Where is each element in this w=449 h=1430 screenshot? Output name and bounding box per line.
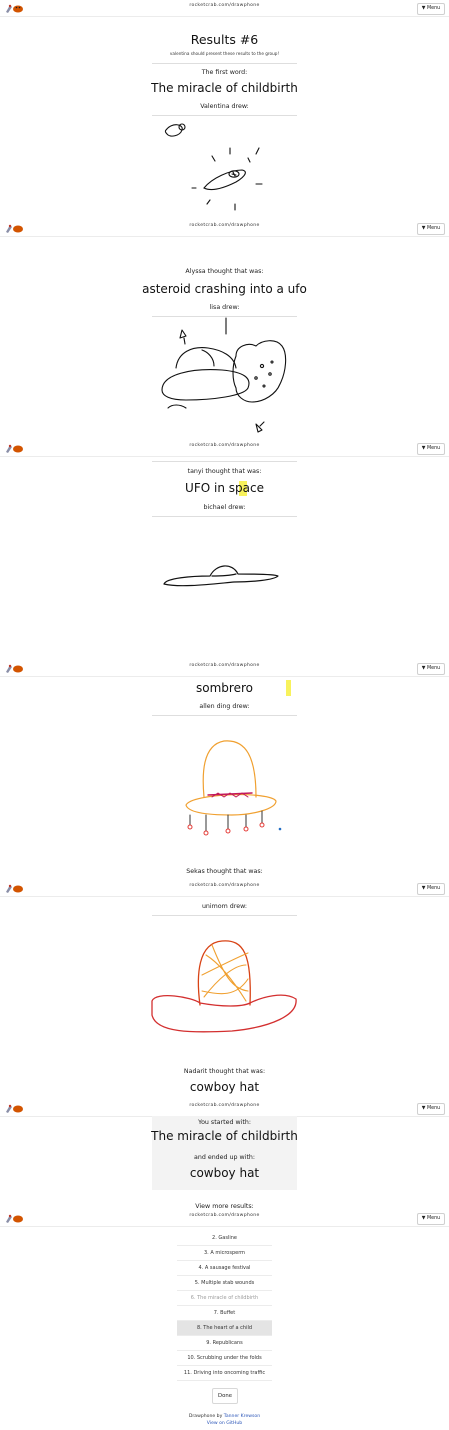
ended-word: cowboy hat	[189, 1166, 260, 1180]
author-link[interactable]: Tanner Krewson	[224, 1414, 260, 1419]
menu-button[interactable]: ▼ Menu	[417, 663, 445, 675]
divider	[152, 461, 297, 462]
site-url: rocketcrab.com/drawphone	[189, 1103, 260, 1108]
site-url: rocketcrab.com/drawphone	[189, 663, 260, 668]
drawing-4	[185, 740, 282, 836]
first-word: The miracle of childbirth	[151, 81, 298, 95]
results-list-item[interactable]: 11. Driving into oncoming traffic	[177, 1366, 272, 1381]
guess-5: cowboy hat	[189, 1080, 260, 1094]
divider	[152, 915, 297, 916]
drawer-label-3: bichael drew:	[203, 504, 246, 511]
drawer-label-4: allen ding drew:	[199, 703, 250, 710]
top-bar: rocketcrab.com/drawphone ▼ Menu	[0, 220, 449, 237]
footer-github: View on GitHub	[0, 1421, 449, 1426]
site-url: rocketcrab.com/drawphone	[189, 1213, 260, 1218]
footer-credit-prefix: Drawphone by	[188, 1414, 224, 1419]
guesser-label-5: Nadarit thought that was:	[183, 1068, 266, 1075]
results-list-item[interactable]: 5. Multiple stab wounds	[177, 1276, 272, 1291]
results-list-item[interactable]: 6. The miracle of childbirth	[177, 1291, 272, 1306]
top-bar: rocketcrab.com/drawphone ▼ Menu	[0, 1100, 449, 1117]
guess-1: asteroid crashing into a ufo	[142, 282, 307, 296]
results-list-item[interactable]: 3. A microsperm	[177, 1246, 272, 1261]
results-list-item[interactable]: 9. Republicans	[177, 1336, 272, 1351]
results-list-item[interactable]: 4. A sausage festival	[177, 1261, 272, 1276]
footer-credit: Drawphone by Tanner Krewson	[0, 1414, 449, 1419]
results-list-item[interactable]: 7. Buffet	[177, 1306, 272, 1321]
site-url: rocketcrab.com/drawphone	[189, 443, 260, 448]
menu-button[interactable]: ▼ Menu	[417, 223, 445, 235]
divider	[152, 715, 297, 716]
divider	[152, 63, 297, 64]
results-subtitle: valentina should present these results t…	[169, 51, 280, 56]
drawer-label-2: lisa drew:	[209, 304, 240, 311]
guesser-label-1: Alyssa thought that was:	[185, 268, 264, 275]
divider	[152, 115, 297, 116]
menu-button[interactable]: ▼ Menu	[417, 443, 445, 455]
top-bar: rocketcrab.com/drawphone ▼ Menu	[0, 1210, 449, 1227]
top-bar: rocketcrab.com/drawphone ▼ Menu	[0, 660, 449, 677]
drawing-2	[161, 317, 287, 433]
site-url: rocketcrab.com/drawphone	[189, 3, 260, 8]
done-button[interactable]: Done	[212, 1388, 238, 1404]
results-list-item[interactable]: 10. Scrubbing under the folds	[177, 1351, 272, 1366]
drawing-3	[163, 565, 279, 587]
results-title: Results #6	[190, 32, 259, 47]
drawing-1	[164, 123, 263, 211]
site-url: rocketcrab.com/drawphone	[189, 883, 260, 888]
top-bar: rocketcrab.com/drawphone ▼ Menu	[0, 0, 449, 17]
guess-2: UFO in space	[185, 481, 264, 495]
menu-button[interactable]: ▼ Menu	[417, 883, 445, 895]
top-bar: rocketcrab.com/drawphone ▼ Menu	[0, 440, 449, 457]
guesser-label-4: Sekas thought that was:	[186, 868, 263, 875]
started-label: You started with:	[198, 1119, 251, 1126]
menu-button[interactable]: ▼ Menu	[417, 1103, 445, 1115]
started-word: The miracle of childbirth	[151, 1129, 298, 1143]
menu-button[interactable]: ▼ Menu	[417, 3, 445, 15]
menu-button[interactable]: ▼ Menu	[417, 1213, 445, 1225]
drawer-label-1: Valentina drew:	[200, 103, 249, 110]
drawing-5	[151, 940, 297, 1033]
top-bar: rocketcrab.com/drawphone ▼ Menu	[0, 880, 449, 897]
ended-label: and ended up with:	[193, 1154, 256, 1161]
site-url: rocketcrab.com/drawphone	[189, 223, 260, 228]
guess-3: sombrero	[196, 681, 253, 695]
guesser-label-2: tanyi thought that was:	[187, 468, 262, 475]
results-list-item[interactable]: 2. Gasline	[177, 1231, 272, 1246]
view-more-label: View more results:	[195, 1203, 254, 1209]
divider	[152, 516, 297, 517]
first-word-label: The first word:	[201, 69, 248, 76]
drawer-label-5: unimom drew:	[201, 903, 248, 910]
results-list-item[interactable]: 8. The heart of a child	[177, 1321, 272, 1336]
github-link[interactable]: View on GitHub	[207, 1421, 242, 1426]
